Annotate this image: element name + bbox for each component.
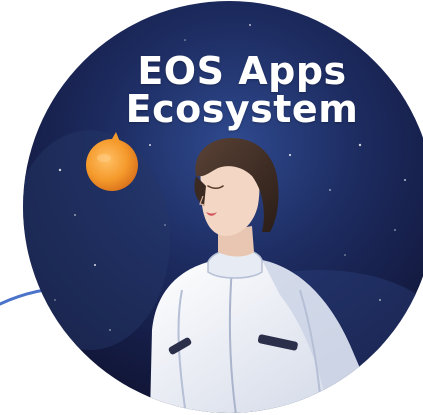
title-line-2: Ecosystem [125,87,359,131]
page-title: EOS Apps Ecosystem [112,52,372,128]
illustration-canvas: EOS Apps Ecosystem [0,0,423,415]
title-line-1: EOS Apps [137,49,347,93]
